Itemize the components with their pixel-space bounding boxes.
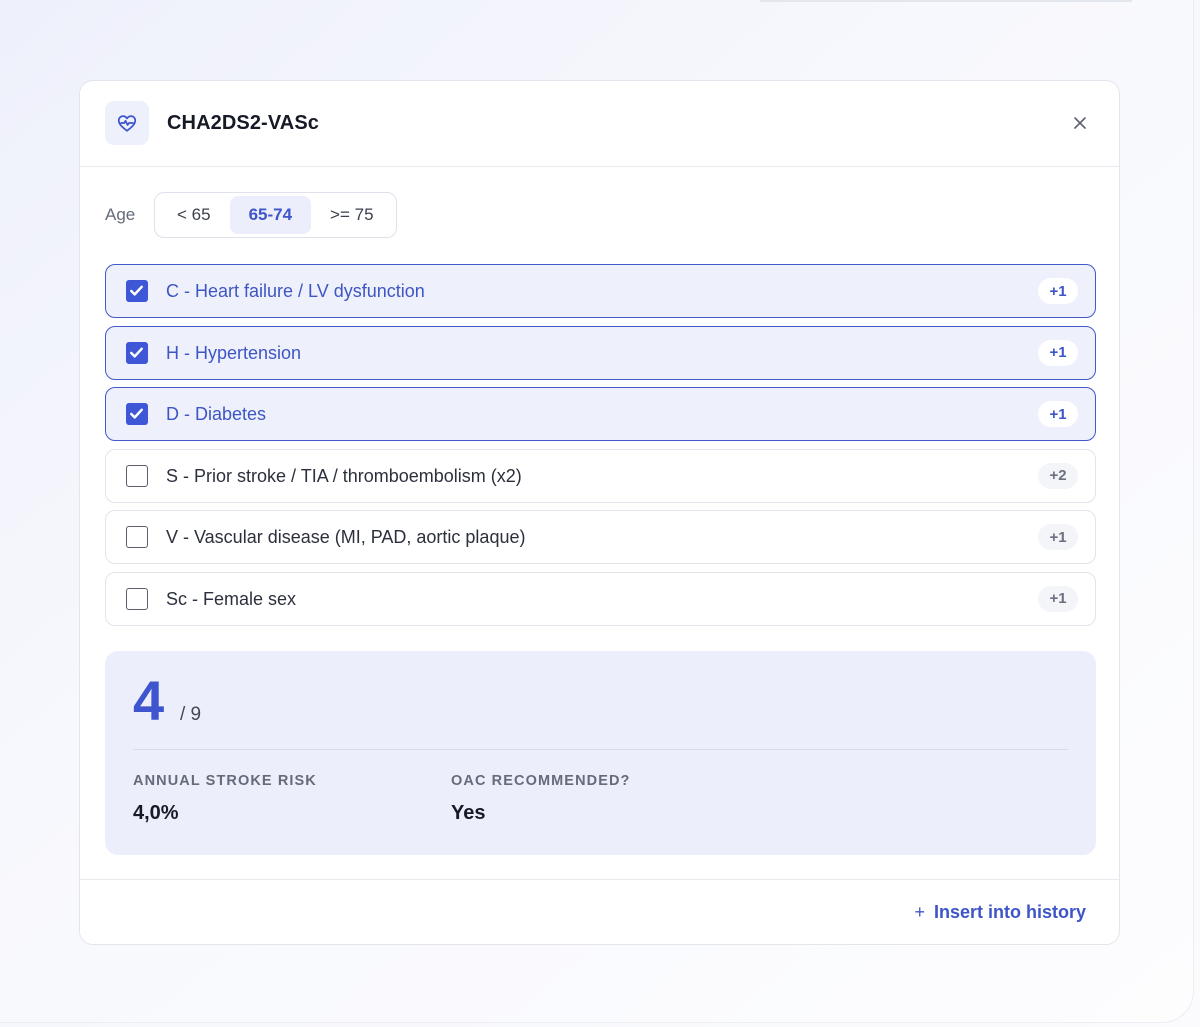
checkbox[interactable] (126, 526, 148, 549)
score-max: / 9 (180, 704, 202, 725)
points-badge: +2 (1038, 462, 1078, 489)
insert-into-history-button[interactable]: + Insert into history (914, 902, 1086, 923)
score-value: 4 (133, 669, 165, 732)
insert-label: Insert into history (933, 902, 1086, 922)
background-edge-line (760, 0, 1132, 2)
criterion-diabetes[interactable]: D - Diabetes +1 (105, 387, 1096, 442)
criteria-list: C - Heart failure / LV dysfunction +1 H … (105, 264, 1096, 634)
criterion-label: C - Heart failure / LV dysfunction (166, 281, 425, 301)
criterion-label: Sc - Female sex (166, 588, 297, 609)
checkbox[interactable] (126, 464, 148, 487)
stroke-risk-label: ANNUAL STROKE RISK (133, 773, 317, 789)
points-badge: +1 (1038, 339, 1078, 366)
close-icon (1074, 117, 1086, 129)
criterion-label: H - Hypertension (166, 342, 302, 363)
criterion-prior-stroke[interactable]: S - Prior stroke / TIA / thromboembolism… (105, 448, 1096, 503)
result-divider (133, 749, 1068, 750)
heart-pulse-icon (105, 101, 149, 145)
points-badge: +1 (1038, 524, 1078, 551)
oac-value: Yes (451, 802, 486, 824)
close-button[interactable] (1065, 108, 1095, 138)
criterion-label: S - Prior stroke / TIA / thromboembolism… (166, 465, 522, 486)
age-option-under-65[interactable]: < 65 (158, 196, 230, 234)
card-footer: + Insert into history (80, 879, 1119, 946)
card-header: CHA2DS2-VASc (80, 81, 1119, 167)
points-badge: +1 (1038, 278, 1078, 304)
criterion-vascular-disease[interactable]: V - Vascular disease (MI, PAD, aortic pl… (105, 510, 1096, 565)
checkbox[interactable] (126, 280, 148, 302)
age-label: Age (105, 205, 136, 224)
plus-icon: + (914, 902, 925, 922)
oac-label: OAC RECOMMENDED? (451, 773, 631, 789)
result-panel: 4 / 9 ANNUAL STROKE RISK 4,0% OAC RECOMM… (105, 651, 1096, 855)
points-badge: +1 (1038, 401, 1078, 428)
age-option-65-74[interactable]: 65-74 (229, 196, 312, 234)
age-selector-row: Age < 65 65-74 >= 75 (105, 191, 397, 239)
criterion-hypertension[interactable]: H - Hypertension +1 (105, 325, 1096, 380)
age-option-75-plus[interactable]: >= 75 (311, 196, 393, 234)
points-badge: +1 (1038, 585, 1078, 612)
check-icon (130, 285, 143, 296)
checkbox[interactable] (126, 587, 148, 610)
stroke-risk-value: 4,0% (133, 802, 179, 824)
age-segmented-control: < 65 65-74 >= 75 (154, 192, 397, 238)
criterion-heart-failure[interactable]: C - Heart failure / LV dysfunction +1 (105, 264, 1096, 318)
checkbox[interactable] (126, 341, 148, 364)
check-icon (130, 408, 143, 419)
criterion-label: V - Vascular disease (MI, PAD, aortic pl… (166, 527, 526, 548)
calculator-title: CHA2DS2-VASc (167, 112, 319, 134)
criterion-label: D - Diabetes (166, 404, 267, 425)
check-icon (130, 347, 143, 358)
calculator-card: CHA2DS2-VASc Age < 65 65-74 >= 75 C - He… (79, 80, 1120, 945)
criterion-female-sex[interactable]: Sc - Female sex +1 (105, 571, 1096, 626)
checkbox[interactable] (126, 403, 148, 426)
